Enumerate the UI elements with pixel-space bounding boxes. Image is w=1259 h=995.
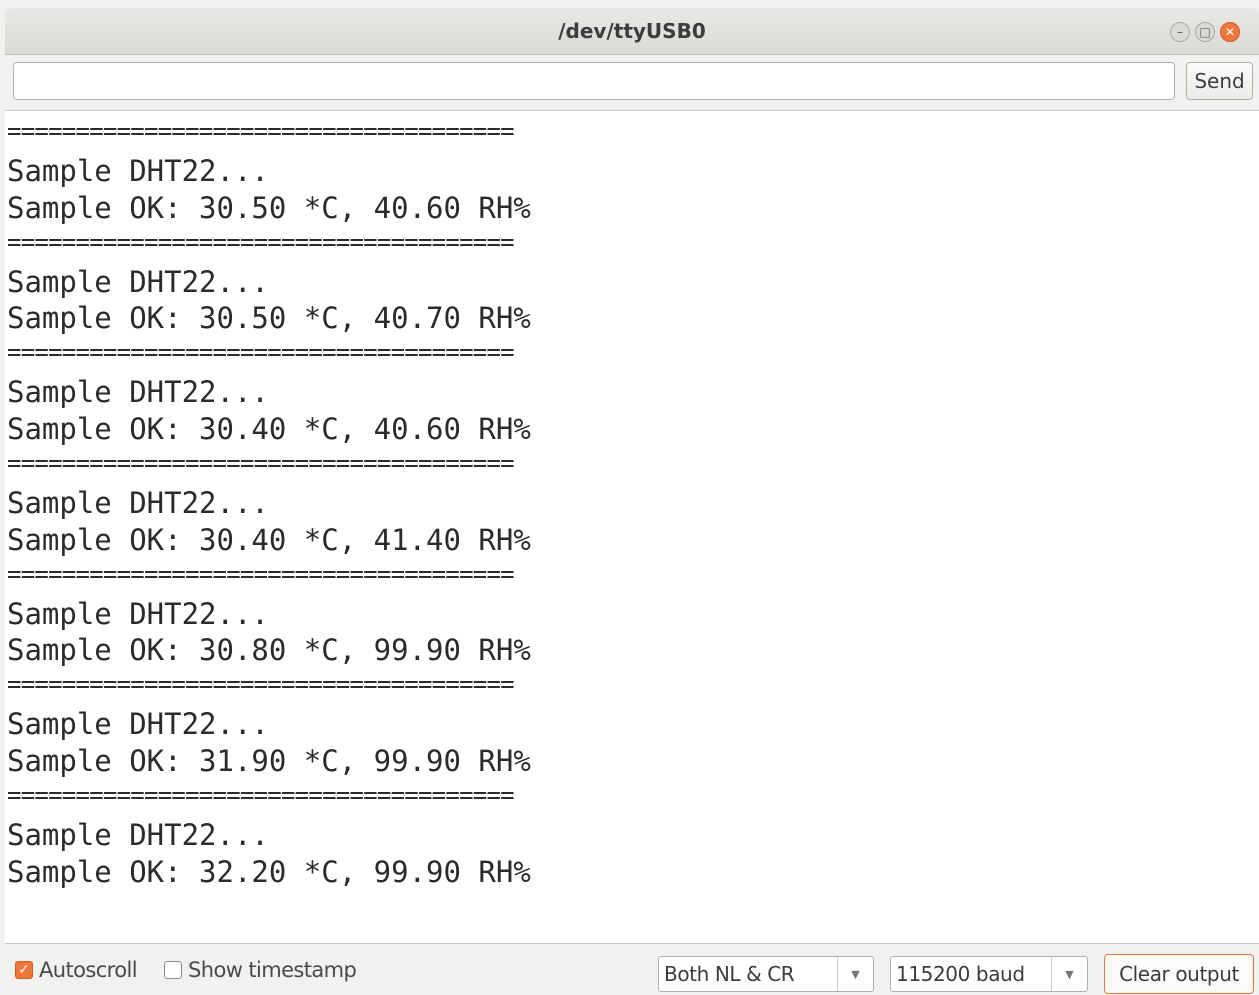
output-lines: ===================================== Sam… xyxy=(7,116,531,891)
line-ending-value: Both NL & CR xyxy=(664,962,795,986)
output-line: Sample DHT22... xyxy=(7,707,269,742)
separator-line: ===================================== xyxy=(7,670,515,699)
title-bar[interactable]: /dev/ttyUSB0 – □ ✕ xyxy=(5,8,1259,55)
line-ending-dropdown[interactable]: Both NL & CR ▼ xyxy=(658,956,874,992)
output-line: Sample DHT22... xyxy=(7,153,269,188)
output-line: Sample DHT22... xyxy=(7,485,269,520)
output-line: Sample OK: 30.80 *C, 99.90 RH% xyxy=(7,633,531,668)
autoscroll-label: Autoscroll xyxy=(39,958,138,982)
separator-line: ===================================== xyxy=(7,559,515,588)
clear-output-button[interactable]: Clear output xyxy=(1104,954,1254,994)
serial-monitor-window: /dev/ttyUSB0 – □ ✕ Send ================… xyxy=(0,0,1259,995)
separator-line: ===================================== xyxy=(7,227,515,256)
send-button[interactable]: Send xyxy=(1186,62,1253,100)
output-line: Sample OK: 30.50 *C, 40.70 RH% xyxy=(7,301,531,336)
baud-rate-dropdown[interactable]: 115200 baud ▼ xyxy=(890,956,1088,992)
minimize-icon[interactable]: – xyxy=(1170,22,1190,42)
output-line: Sample OK: 32.20 *C, 99.90 RH% xyxy=(7,854,531,889)
chevron-down-icon[interactable]: ▼ xyxy=(1051,957,1087,991)
bottom-toolbar: ✓ Autoscroll Show timestamp Both NL & CR… xyxy=(5,945,1259,995)
output-line: Sample DHT22... xyxy=(7,264,269,299)
maximize-icon[interactable]: □ xyxy=(1195,22,1215,42)
serial-output-area[interactable]: ===================================== Sam… xyxy=(5,110,1259,944)
output-line: Sample OK: 30.40 *C, 41.40 RH% xyxy=(7,522,531,557)
separator-line: ===================================== xyxy=(7,781,515,810)
show-timestamp-toggle[interactable]: Show timestamp xyxy=(164,945,357,995)
send-input[interactable] xyxy=(13,62,1175,100)
output-line: Sample OK: 30.50 *C, 40.60 RH% xyxy=(7,190,531,225)
show-timestamp-checkbox[interactable] xyxy=(164,961,182,979)
show-timestamp-label: Show timestamp xyxy=(188,958,357,982)
separator-line: ===================================== xyxy=(7,338,515,367)
output-line: Sample DHT22... xyxy=(7,817,269,852)
autoscroll-checkbox[interactable]: ✓ xyxy=(15,961,33,979)
close-icon[interactable]: ✕ xyxy=(1220,22,1240,42)
window-title: /dev/ttyUSB0 xyxy=(558,19,706,43)
output-line: Sample OK: 30.40 *C, 40.60 RH% xyxy=(7,412,531,447)
autoscroll-toggle[interactable]: ✓ Autoscroll xyxy=(15,945,138,995)
output-line: Sample DHT22... xyxy=(7,375,269,410)
output-line: Sample DHT22... xyxy=(7,596,269,631)
separator-line: ===================================== xyxy=(7,117,515,145)
separator-line: ===================================== xyxy=(7,449,515,478)
chevron-down-icon[interactable]: ▼ xyxy=(837,957,873,991)
baud-rate-value: 115200 baud xyxy=(896,962,1025,986)
output-line: Sample OK: 31.90 *C, 99.90 RH% xyxy=(7,744,531,779)
